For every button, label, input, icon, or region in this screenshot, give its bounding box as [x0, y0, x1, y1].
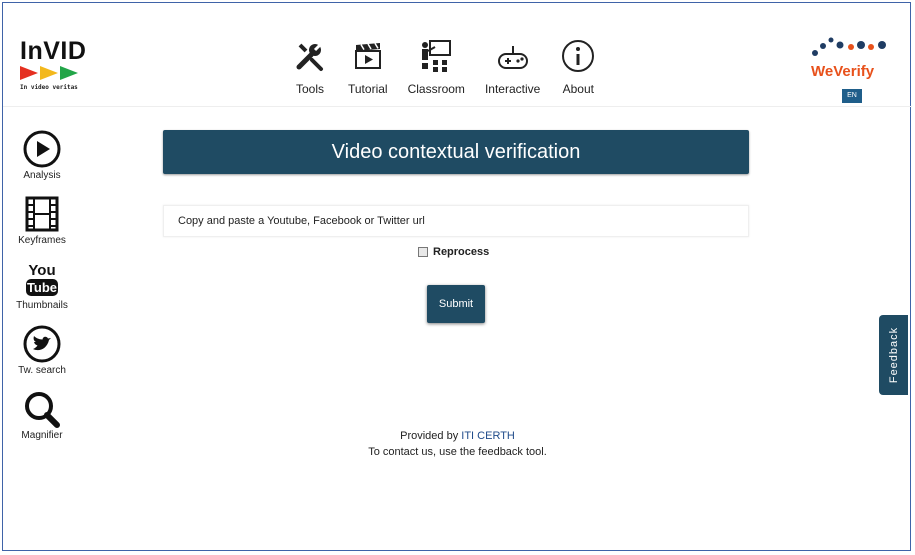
- reprocess-checkbox[interactable]: [418, 247, 428, 257]
- magnifier-icon: [25, 392, 60, 428]
- film-icon: [25, 196, 59, 232]
- page-title: Video contextual verification: [163, 130, 749, 174]
- feedback-tab-label: Feedback: [887, 326, 900, 384]
- svg-text:You: You: [28, 262, 55, 279]
- invid-logo[interactable]: InVID In video veritas: [20, 38, 86, 91]
- nav-tutorial[interactable]: Tutorial: [348, 38, 388, 96]
- nav-tools[interactable]: Tools: [292, 38, 328, 96]
- footer-provided-by: Provided by: [400, 430, 462, 442]
- sidebar-item-keyframes-label: Keyframes: [18, 235, 66, 246]
- weverify-logo-text: WeVerify: [811, 63, 875, 80]
- nav-tutorial-label: Tutorial: [348, 82, 388, 96]
- nav-tools-label: Tools: [295, 82, 324, 96]
- weverify-logo[interactable]: WeVerify: [811, 36, 891, 80]
- reprocess-label: Reprocess: [433, 246, 490, 258]
- sidebar-item-twitter-search-label: Tw. search: [18, 365, 66, 376]
- footer: Provided by ITI CERTH To contact us, use…: [0, 428, 915, 460]
- nav-interactive[interactable]: Interactive: [485, 38, 540, 96]
- nav-classroom-label: Classroom: [407, 82, 465, 96]
- sidebar-item-thumbnails[interactable]: You Tube Thumbnails: [10, 260, 74, 311]
- classroom-icon: [422, 40, 452, 72]
- provider-link[interactable]: ITI CERTH: [461, 430, 515, 442]
- youtube-icon: You Tube: [26, 262, 58, 296]
- invid-logo-title: InVID: [20, 37, 87, 65]
- invid-logo-tagline: In video veritas: [20, 84, 78, 91]
- footer-provided-line: Provided by ITI CERTH: [0, 428, 915, 444]
- submit-button[interactable]: Submit: [427, 285, 485, 323]
- info-icon: [562, 40, 595, 72]
- sidebar-item-twitter-search[interactable]: Tw. search: [10, 325, 74, 376]
- twitter-icon: [23, 325, 61, 363]
- url-input[interactable]: [163, 205, 749, 237]
- header-divider: [3, 106, 912, 107]
- reprocess-option[interactable]: Reprocess: [418, 246, 489, 258]
- footer-contact: To contact us, use the feedback tool.: [368, 446, 547, 458]
- sidebar-item-analysis-label: Analysis: [23, 170, 61, 181]
- play-circle-icon: [23, 130, 61, 168]
- gamepad-icon: [497, 46, 528, 69]
- tools-icon: [296, 41, 324, 71]
- top-nav: Tools Tutorial Classroom Interactive Abo…: [292, 38, 616, 96]
- language-button[interactable]: EN: [842, 89, 862, 103]
- sidebar-item-analysis[interactable]: Analysis: [10, 130, 74, 181]
- nav-classroom[interactable]: Classroom: [408, 38, 465, 96]
- nav-about-label: About: [562, 82, 594, 96]
- svg-text:Tube: Tube: [27, 280, 57, 295]
- sidebar: Analysis Keyframes You Tube Thumbnails T…: [10, 130, 74, 455]
- clapperboard-icon: [354, 43, 381, 69]
- feedback-tab[interactable]: Feedback: [879, 315, 908, 395]
- sidebar-item-keyframes[interactable]: Keyframes: [10, 195, 74, 246]
- weverify-dots-icon: [812, 37, 886, 56]
- sidebar-item-thumbnails-label: Thumbnails: [16, 300, 68, 311]
- nav-about[interactable]: About: [560, 38, 596, 96]
- invid-logo-triangles: [20, 66, 86, 80]
- nav-interactive-label: Interactive: [484, 82, 541, 96]
